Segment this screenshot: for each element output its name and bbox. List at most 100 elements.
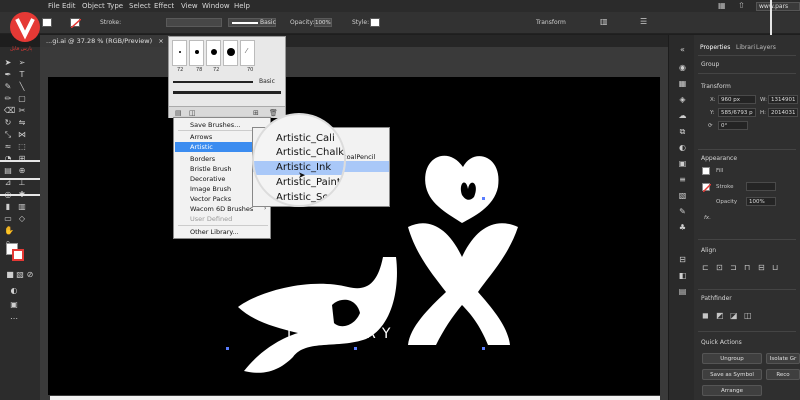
color-mode-icon[interactable]: ■	[6, 271, 14, 279]
screen-mode-icon[interactable]: ▣	[10, 301, 18, 309]
x-field[interactable]: 960 px	[718, 95, 756, 104]
draw-mode-icon[interactable]: ◐	[10, 287, 18, 295]
symbols-panel-icon[interactable]: ♣	[678, 223, 687, 232]
unite-icon[interactable]: ◼	[702, 311, 709, 320]
variable-width-profile[interactable]	[166, 18, 222, 27]
artboard[interactable]	[48, 77, 660, 395]
menu-object[interactable]: Object	[82, 2, 105, 10]
warp-tool-icon[interactable]: ≈	[4, 143, 12, 151]
width-tool-icon[interactable]: ⋈	[18, 131, 26, 139]
none-mode-icon[interactable]: ⊘	[26, 271, 34, 279]
column-graph-icon[interactable]: ▥	[18, 203, 26, 211]
align-right-icon[interactable]: ⊐	[730, 263, 737, 272]
menu-type[interactable]: Type	[107, 2, 123, 10]
transform-panel-icon[interactable]: ⧉	[678, 127, 687, 136]
fx-button[interactable]: fx.	[704, 215, 711, 221]
slice-tool-icon[interactable]: ◇	[18, 215, 26, 223]
stroke-color-swatch[interactable]	[12, 249, 24, 261]
gradient-mode-icon[interactable]: ▧	[16, 271, 24, 279]
appearance-panel-icon[interactable]: ◐	[678, 143, 687, 152]
opacity-field[interactable]: 100%	[746, 197, 776, 206]
menu-edit[interactable]: Edit	[62, 2, 76, 10]
share-icon[interactable]: ⇧	[738, 1, 745, 10]
recolor-button[interactable]: Reco	[766, 369, 800, 380]
menu-select[interactable]: Select	[129, 2, 151, 10]
menu-item-image-brush[interactable]: Image Brush	[190, 185, 231, 193]
submenu-item-scrollpen[interactable]: Artistic_Scro	[276, 192, 338, 203]
stroke-weight-field[interactable]	[746, 182, 776, 191]
scale-tool-icon[interactable]: ⤡	[4, 131, 12, 139]
menu-item-wacom-brushes[interactable]: Wacom 6D Brushes	[190, 205, 253, 213]
menu-effect[interactable]: Effect	[154, 2, 174, 10]
h-field[interactable]: 2014031	[768, 108, 798, 117]
brush-swatch[interactable]	[206, 40, 221, 66]
type-tool-icon[interactable]: T	[18, 71, 26, 79]
w-field[interactable]: 1314901	[768, 95, 798, 104]
reflect-tool-icon[interactable]: ⇋	[18, 119, 26, 127]
fill-swatch[interactable]	[702, 167, 710, 175]
measure-tool-icon[interactable]: ⊥	[18, 179, 26, 187]
submenu-item-paintbrush[interactable]: Artistic_Paintb	[276, 177, 344, 188]
menu-item-bristle-brush[interactable]: Bristle Brush	[190, 165, 232, 173]
properties-collapse-icon[interactable]: «	[678, 45, 687, 54]
swatches-panel-icon[interactable]: ▦	[678, 79, 687, 88]
submenu-item-calligraphic[interactable]: Artistic_Cali	[276, 133, 335, 144]
minus-front-icon[interactable]: ◩	[716, 311, 724, 320]
gradient-panel-icon[interactable]: ▧	[678, 191, 687, 200]
transform-link[interactable]: Transform	[536, 19, 566, 26]
menu-item-borders[interactable]: Borders	[190, 155, 215, 163]
submenu-item-chalk[interactable]: Artistic_Chalk	[276, 147, 344, 158]
tab-layers[interactable]: Layers	[756, 44, 776, 51]
align-icon[interactable]: ▥	[600, 17, 608, 26]
y-field[interactable]: 585/6793 p	[718, 108, 756, 117]
menu-item-vector-packs[interactable]: Vector Packs	[190, 195, 231, 203]
intersect-icon[interactable]: ◪	[730, 311, 738, 320]
fill-swatch[interactable]	[42, 18, 52, 27]
rotate-tool-icon[interactable]: ↻	[4, 119, 12, 127]
selection-handle[interactable]	[226, 347, 229, 350]
rectangle-tool-icon[interactable]: ▢	[18, 95, 26, 103]
stroke-panel-icon[interactable]: ≡	[678, 175, 687, 184]
save-as-symbol-button[interactable]: Save as Symbol	[702, 369, 762, 380]
brushes-panel-icon[interactable]: ✎	[678, 207, 687, 216]
brush-swatch[interactable]	[189, 40, 204, 66]
menu-item-user-defined[interactable]: User Defined	[190, 215, 232, 223]
menu-help[interactable]: Help	[234, 2, 250, 10]
stroke-swatch[interactable]	[70, 18, 82, 29]
menu-item-artistic[interactable]: Artistic	[190, 143, 213, 151]
document-tab[interactable]: ...gi.ai @ 37.28 % (RGB/Preview) ×	[40, 35, 170, 47]
menu-icon[interactable]: ☰	[640, 17, 647, 26]
close-icon[interactable]: ×	[158, 37, 163, 45]
selection-tool-icon[interactable]: ➤	[4, 59, 12, 67]
libraries-panel-icon[interactable]: ☁	[678, 111, 687, 120]
selection-handle[interactable]	[354, 347, 357, 350]
menu-view[interactable]: View	[181, 2, 198, 10]
artboards-panel-icon[interactable]: ▤	[678, 287, 687, 296]
menu-item-other-library[interactable]: Other Library...	[190, 228, 239, 236]
align-bottom-icon[interactable]: ⊔	[772, 263, 778, 272]
brush-tool-icon[interactable]: ✎	[4, 83, 12, 91]
mesh-tool-icon[interactable]: ⊕	[18, 167, 26, 175]
brush-stroke-preview[interactable]	[173, 81, 253, 83]
graphic-styles-icon[interactable]: ▣	[678, 159, 687, 168]
tab-libraries[interactable]: Librari	[736, 44, 755, 51]
edit-toolbar-icon[interactable]: ⋯	[10, 315, 18, 323]
menu-item-save-brushes[interactable]: Save Brushes...	[190, 121, 240, 129]
ungroup-button[interactable]: Ungroup	[702, 353, 762, 364]
new-brush-icon[interactable]: ⊞	[253, 109, 259, 117]
layers-panel-icon[interactable]: ◈	[678, 95, 687, 104]
exclude-icon[interactable]: ◫	[744, 311, 752, 320]
eyedropper-tool-icon[interactable]: ⊿	[4, 179, 12, 187]
menu-item-arrows[interactable]: Arrows	[190, 133, 212, 141]
brush-swatch[interactable]	[223, 40, 238, 66]
graph-tool-icon[interactable]: ▮	[4, 203, 12, 211]
artboard-tool-icon[interactable]: ▭	[4, 215, 12, 223]
opacity-field[interactable]: 100%	[314, 18, 332, 27]
stroke-swatch[interactable]	[702, 183, 712, 193]
direct-selection-icon[interactable]: ➢	[18, 59, 26, 67]
brush-definition[interactable]: Basic	[228, 18, 276, 27]
delete-brush-icon[interactable]: 🗑	[269, 109, 278, 117]
arrange-button[interactable]: Arrange	[702, 385, 762, 396]
tab-properties[interactable]: Properties	[700, 44, 730, 51]
hand-tool-icon[interactable]: ✋	[4, 227, 14, 235]
